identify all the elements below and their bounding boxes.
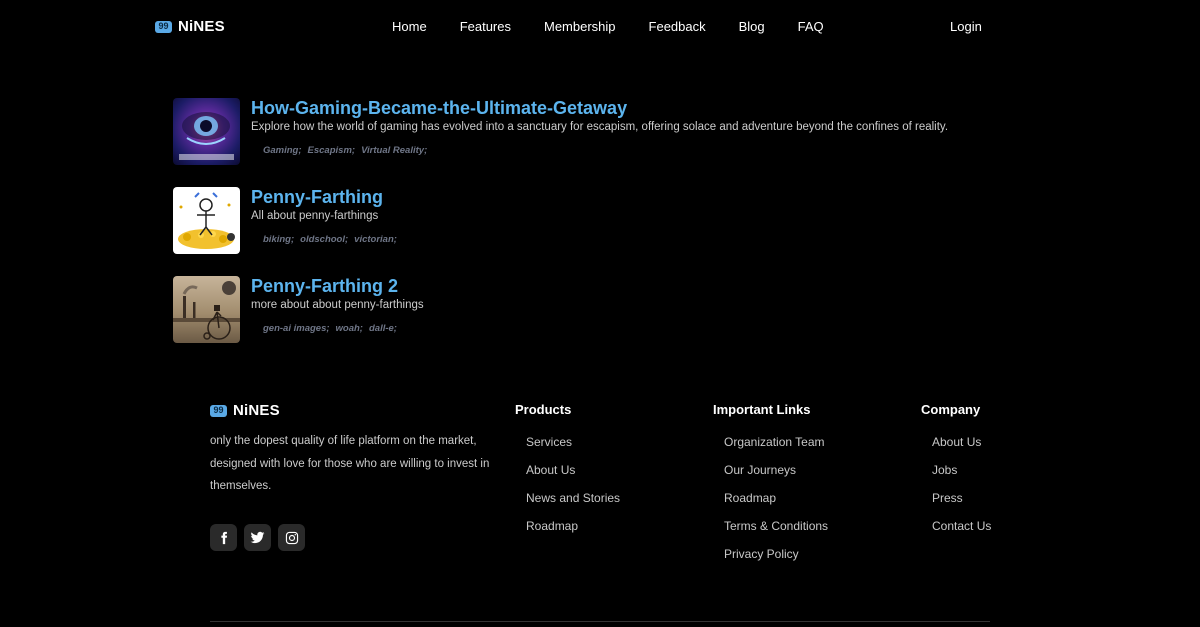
top-nav: 99 NiNES Home Features Membership Feedba…	[0, 0, 1200, 52]
footer-column-heading: Company	[921, 402, 981, 417]
post-title[interactable]: Penny-Farthing	[251, 186, 397, 208]
footer-column-products: Products Services About Us News and Stor…	[515, 402, 620, 547]
post-tag[interactable]: Escapism;	[308, 145, 356, 156]
footer-link[interactable]: Organization Team	[724, 435, 828, 449]
footer-link[interactable]: News and Stories	[526, 491, 620, 505]
nav-link-features[interactable]: Features	[460, 19, 511, 34]
footer-link[interactable]: Terms & Conditions	[724, 519, 828, 533]
post-description: Explore how the world of gaming has evol…	[251, 121, 949, 133]
post-thumbnail[interactable]	[173, 187, 240, 254]
instagram-icon	[285, 531, 298, 544]
twitter-button[interactable]	[244, 524, 271, 551]
post-title[interactable]: How-Gaming-Became-the-Ultimate-Getaway	[251, 97, 948, 119]
footer-logo[interactable]: 99 NiNES	[210, 402, 280, 419]
footer-link[interactable]: Roadmap	[724, 491, 828, 505]
blog-post: How-Gaming-Became-the-Ultimate-Getaway E…	[173, 98, 948, 165]
post-tag[interactable]: Gaming;	[263, 145, 302, 156]
login-link[interactable]: Login	[950, 19, 982, 34]
footer-link[interactable]: Privacy Policy	[724, 547, 828, 561]
nav-link-feedback[interactable]: Feedback	[649, 19, 706, 34]
post-tag[interactable]: biking;	[263, 234, 294, 245]
post-tags: gen-ai images; woah; dall-e;	[251, 323, 424, 334]
footer-divider	[210, 621, 990, 622]
post-description: All about penny-farthings	[251, 210, 379, 222]
post-tag[interactable]: oldschool;	[300, 234, 348, 245]
footer-column-important-links: Important Links Organization Team Our Jo…	[713, 402, 828, 575]
footer-link[interactable]: About Us	[932, 435, 991, 449]
post-tag[interactable]: Virtual Reality;	[361, 145, 427, 156]
nav-links: Home Features Membership Feedback Blog F…	[392, 19, 857, 34]
footer-link[interactable]: Press	[932, 491, 991, 505]
blog-post: Penny-Farthing 2 more about about penny-…	[173, 276, 424, 343]
post-tags: Gaming; Escapism; Virtual Reality;	[251, 145, 948, 156]
facebook-button[interactable]	[210, 524, 237, 551]
post-thumbnail[interactable]	[173, 98, 240, 165]
post-tags: biking; oldschool; victorian;	[251, 234, 397, 245]
post-title[interactable]: Penny-Farthing 2	[251, 275, 424, 297]
footer-link[interactable]: About Us	[526, 463, 620, 477]
logo-text: NiNES	[233, 402, 280, 419]
post-tag[interactable]: woah;	[336, 323, 363, 334]
blog-post: Penny-Farthing All about penny-farthings…	[173, 187, 397, 254]
footer-tagline: only the dopest quality of life platform…	[210, 435, 490, 492]
post-tag[interactable]: gen-ai images;	[263, 323, 330, 334]
post-tag[interactable]: dall-e;	[369, 323, 397, 334]
footer-column-heading: Products	[515, 402, 572, 417]
footer-column-heading: Important Links	[713, 402, 811, 417]
footer-column-company: Company About Us Jobs Press Contact Us	[921, 402, 991, 547]
logo-icon: 99	[210, 404, 227, 417]
footer-link[interactable]: Contact Us	[932, 519, 991, 533]
nav-link-membership[interactable]: Membership	[544, 19, 616, 34]
post-tag[interactable]: victorian;	[354, 234, 397, 245]
nav-link-home[interactable]: Home	[392, 19, 427, 34]
footer-link[interactable]: Jobs	[932, 463, 991, 477]
footer-link[interactable]: Roadmap	[526, 519, 620, 533]
nav-logo[interactable]: 99 NiNES	[155, 18, 225, 35]
instagram-button[interactable]	[278, 524, 305, 551]
logo-text: NiNES	[178, 18, 225, 35]
logo-icon: 99	[155, 20, 172, 33]
nav-link-blog[interactable]: Blog	[739, 19, 765, 34]
footer-link[interactable]: Our Journeys	[724, 463, 828, 477]
facebook-icon	[220, 531, 227, 544]
twitter-icon	[250, 531, 265, 544]
footer-link[interactable]: Services	[526, 435, 620, 449]
post-description: more about about penny-farthings	[251, 299, 424, 311]
post-thumbnail[interactable]	[173, 276, 240, 343]
nav-link-faq[interactable]: FAQ	[798, 19, 824, 34]
social-links	[210, 524, 305, 551]
